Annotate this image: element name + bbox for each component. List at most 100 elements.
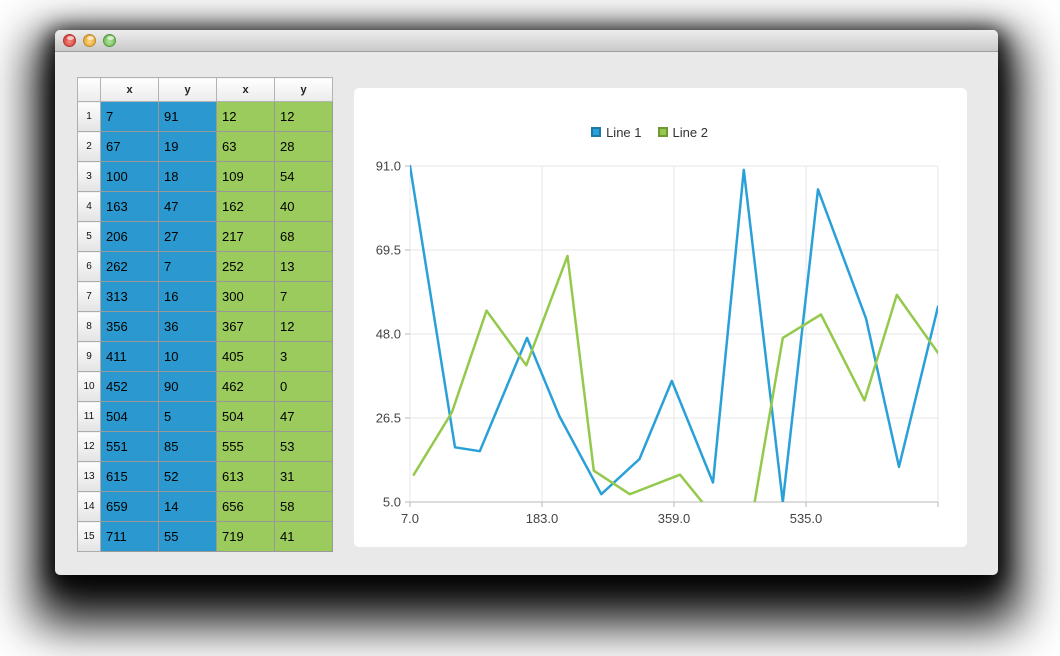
table-cell[interactable]: 31 [275, 462, 333, 492]
table-cell[interactable]: 7 [275, 282, 333, 312]
y-tick-label: 69.5 [376, 243, 401, 258]
zoom-icon[interactable] [103, 34, 116, 47]
table-cell[interactable]: 47 [159, 192, 217, 222]
row-header[interactable]: 3 [78, 162, 101, 192]
table-cell[interactable]: 5 [159, 402, 217, 432]
column-header-y2[interactable]: y [275, 78, 333, 102]
table-row: 11504550447 [78, 402, 333, 432]
table-cell[interactable]: 91 [159, 102, 217, 132]
table-cell[interactable]: 18 [159, 162, 217, 192]
table-row: 41634716240 [78, 192, 333, 222]
table-cell[interactable]: 41 [275, 522, 333, 552]
column-header-x1[interactable]: x [101, 78, 159, 102]
table-cell[interactable]: 10 [159, 342, 217, 372]
table-cell[interactable]: 313 [101, 282, 159, 312]
tick-labels: 7.0183.0359.0535.05.026.548.069.591.0 [376, 159, 823, 527]
table-cell[interactable]: 206 [101, 222, 159, 252]
row-header[interactable]: 2 [78, 132, 101, 162]
table-cell[interactable]: 217 [217, 222, 275, 252]
table-cell[interactable]: 63 [217, 132, 275, 162]
title-bar[interactable] [55, 30, 998, 52]
table-cell[interactable]: 53 [275, 432, 333, 462]
table-cell[interactable]: 452 [101, 372, 159, 402]
table-cell[interactable]: 262 [101, 252, 159, 282]
table-cell[interactable]: 28 [275, 132, 333, 162]
table-cell[interactable]: 405 [217, 342, 275, 372]
table-cell[interactable]: 613 [217, 462, 275, 492]
table-cell[interactable]: 36 [159, 312, 217, 342]
table-cell[interactable]: 12 [275, 102, 333, 132]
table-cell[interactable]: 711 [101, 522, 159, 552]
table-cell[interactable]: 555 [217, 432, 275, 462]
row-header[interactable]: 14 [78, 492, 101, 522]
table-cell[interactable]: 7 [101, 102, 159, 132]
row-header[interactable]: 9 [78, 342, 101, 372]
table-cell[interactable]: 656 [217, 492, 275, 522]
table-cell[interactable]: 58 [275, 492, 333, 522]
row-header[interactable]: 13 [78, 462, 101, 492]
axes [405, 166, 938, 507]
row-header[interactable]: 12 [78, 432, 101, 462]
table-cell[interactable]: 40 [275, 192, 333, 222]
row-header[interactable]: 4 [78, 192, 101, 222]
x-tick-label: 359.0 [658, 511, 691, 526]
x-tick-label: 7.0 [401, 511, 419, 526]
table-cell[interactable]: 719 [217, 522, 275, 552]
row-header[interactable]: 10 [78, 372, 101, 402]
table-cell[interactable]: 367 [217, 312, 275, 342]
table-cell[interactable]: 300 [217, 282, 275, 312]
row-header[interactable]: 5 [78, 222, 101, 252]
row-header[interactable]: 8 [78, 312, 101, 342]
table-cell[interactable]: 52 [159, 462, 217, 492]
table-cell[interactable]: 12 [217, 102, 275, 132]
legend-label: Line 1 [606, 125, 641, 140]
table-cell[interactable]: 54 [275, 162, 333, 192]
table-cell[interactable]: 356 [101, 312, 159, 342]
table-cell[interactable]: 0 [275, 372, 333, 402]
close-icon[interactable] [63, 34, 76, 47]
legend-item: Line 1 [591, 125, 641, 140]
data-table-body: 1791121226719632831001810954416347162405… [78, 102, 333, 552]
row-header[interactable]: 15 [78, 522, 101, 552]
table-cell[interactable]: 109 [217, 162, 275, 192]
gridlines [410, 166, 938, 502]
table-cell[interactable]: 12 [275, 312, 333, 342]
table-cell[interactable]: 27 [159, 222, 217, 252]
table-row: 146591465658 [78, 492, 333, 522]
table-cell[interactable]: 67 [101, 132, 159, 162]
table-cell[interactable]: 163 [101, 192, 159, 222]
table-cell[interactable]: 504 [101, 402, 159, 432]
table-cell[interactable]: 90 [159, 372, 217, 402]
column-header-x2[interactable]: x [217, 78, 275, 102]
table-row: 52062721768 [78, 222, 333, 252]
table-cell[interactable]: 162 [217, 192, 275, 222]
table-cell[interactable]: 252 [217, 252, 275, 282]
traffic-lights [63, 34, 116, 47]
table-cell[interactable]: 411 [101, 342, 159, 372]
table-cell[interactable]: 615 [101, 462, 159, 492]
table-cell[interactable]: 659 [101, 492, 159, 522]
row-header[interactable]: 1 [78, 102, 101, 132]
table-cell[interactable]: 85 [159, 432, 217, 462]
table-cell[interactable]: 16 [159, 282, 217, 312]
table-cell[interactable]: 68 [275, 222, 333, 252]
table-cell[interactable]: 13 [275, 252, 333, 282]
column-header-y1[interactable]: y [159, 78, 217, 102]
table-corner-cell[interactable] [78, 78, 101, 102]
table-cell[interactable]: 3 [275, 342, 333, 372]
table-cell[interactable]: 100 [101, 162, 159, 192]
line-chart-svg: 7.0183.0359.0535.05.026.548.069.591.0 [354, 88, 967, 547]
row-header[interactable]: 6 [78, 252, 101, 282]
table-cell[interactable]: 14 [159, 492, 217, 522]
table-cell[interactable]: 462 [217, 372, 275, 402]
row-header[interactable]: 11 [78, 402, 101, 432]
table-row: 17911212 [78, 102, 333, 132]
table-cell[interactable]: 551 [101, 432, 159, 462]
row-header[interactable]: 7 [78, 282, 101, 312]
table-cell[interactable]: 504 [217, 402, 275, 432]
minimize-icon[interactable] [83, 34, 96, 47]
table-cell[interactable]: 55 [159, 522, 217, 552]
table-cell[interactable]: 7 [159, 252, 217, 282]
table-cell[interactable]: 47 [275, 402, 333, 432]
table-cell[interactable]: 19 [159, 132, 217, 162]
